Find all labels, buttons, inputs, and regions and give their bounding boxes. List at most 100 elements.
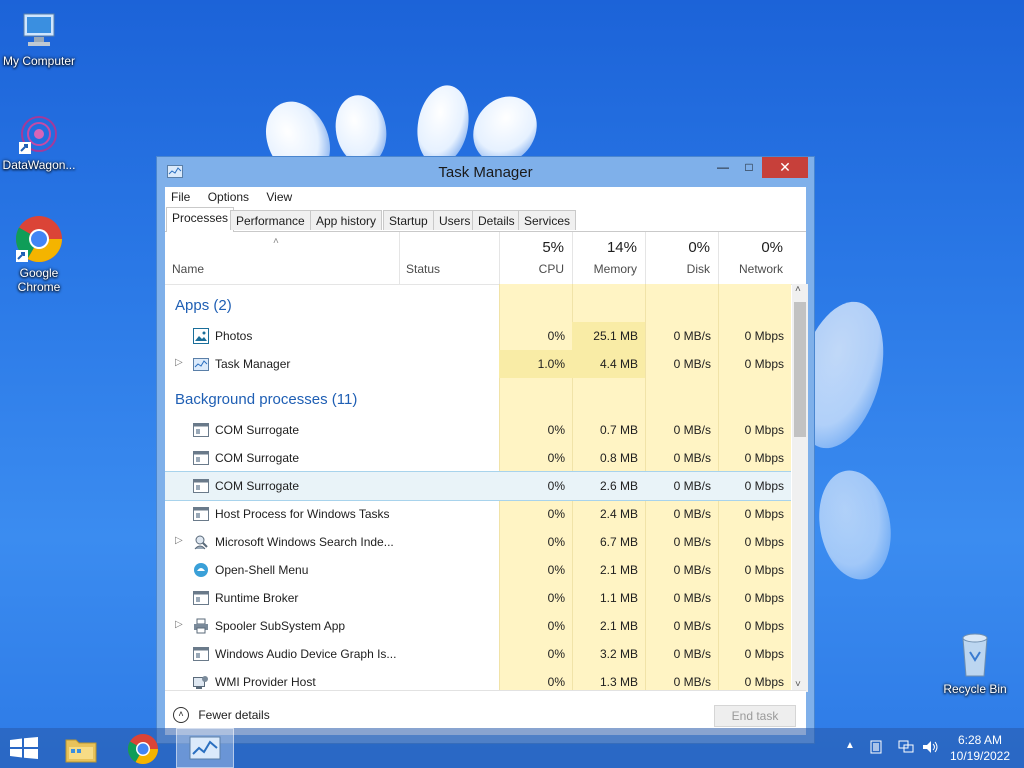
column-header-name[interactable]: ˄ Name	[165, 232, 399, 284]
taskbar: ▲ 6:28 AM 10/19/2022	[0, 728, 1024, 768]
column-header-network[interactable]: 0% Network	[718, 232, 791, 284]
menu-bar: File Options View	[165, 187, 806, 207]
process-memory: 1.3 MB	[599, 675, 638, 689]
process-row-selected[interactable]: COM Surrogate 0% 2.6 MB 0 MB/s 0 Mbps	[165, 471, 791, 501]
expand-chevron-icon[interactable]: ▷	[175, 535, 183, 546]
desktop-icon-google-chrome[interactable]: Google Chrome	[0, 214, 81, 294]
process-network: 0 Mbps	[744, 535, 784, 549]
process-network: 0 Mbps	[744, 451, 784, 465]
process-disk: 0 MB/s	[673, 451, 711, 465]
end-task-button[interactable]: End task	[714, 705, 796, 727]
printer-icon	[193, 618, 209, 634]
column-header-memory[interactable]: 14% Memory	[572, 232, 645, 284]
tab-performance[interactable]: Performance	[230, 210, 311, 230]
column-header-cpu[interactable]: 5% CPU	[499, 232, 572, 284]
minimize-button[interactable]: —	[710, 157, 736, 178]
task-manager-icon	[193, 356, 209, 372]
process-network: 0 Mbps	[744, 591, 784, 605]
process-cpu: 0%	[547, 423, 565, 437]
process-cpu: 0%	[547, 619, 565, 633]
desktop-icon-datawagon[interactable]: DataWagon...	[0, 112, 81, 172]
process-cpu: 0%	[547, 647, 565, 661]
tab-details[interactable]: Details	[472, 210, 521, 230]
clock-date: 10/19/2022	[949, 749, 1011, 763]
column-header-status[interactable]: Status	[399, 232, 499, 284]
network-total-pct: 0%	[761, 239, 783, 256]
network-icon[interactable]	[898, 740, 914, 757]
computer-icon	[18, 10, 60, 52]
taskbar-chrome[interactable]	[120, 730, 166, 766]
window-client: File Options View Processes Performance …	[165, 187, 808, 735]
disk-total-pct: 0%	[688, 239, 710, 256]
process-cpu: 0%	[547, 507, 565, 521]
clock[interactable]: 6:28 AM 10/19/2022	[944, 733, 1016, 763]
process-network: 0 Mbps	[744, 357, 784, 371]
process-row[interactable]: WMI Provider Host 0% 1.3 MB 0 MB/s 0 Mbp…	[165, 668, 791, 692]
minimize-icon: —	[717, 160, 729, 174]
process-memory: 2.1 MB	[599, 563, 638, 577]
task-manager-window: Task Manager — □ ✕ File Options View Pro…	[156, 156, 815, 744]
process-name: Task Manager	[215, 357, 291, 371]
menu-file[interactable]: File	[171, 190, 190, 204]
process-row[interactable]: ▷ Task Manager 1.0% 4.4 MB 0 MB/s 0 Mbps	[165, 350, 791, 378]
process-row[interactable]: COM Surrogate 0% 0.8 MB 0 MB/s 0 Mbps	[165, 444, 791, 472]
process-disk: 0 MB/s	[673, 507, 711, 521]
process-row[interactable]: Open-Shell Menu 0% 2.1 MB 0 MB/s 0 Mbps	[165, 556, 791, 584]
process-row[interactable]: Runtime Broker 0% 1.1 MB 0 MB/s 0 Mbps	[165, 584, 791, 612]
process-row[interactable]: ▷ Microsoft Windows Search Inde... 0% 6.…	[165, 528, 791, 556]
scroll-thumb[interactable]	[794, 302, 806, 437]
process-memory: 2.4 MB	[599, 507, 638, 521]
tab-users[interactable]: Users	[433, 210, 477, 230]
expand-chevron-icon[interactable]: ▷	[175, 357, 183, 368]
process-memory: 4.4 MB	[599, 357, 638, 371]
process-row[interactable]: Photos 0% 25.1 MB 0 MB/s 0 Mbps	[165, 322, 791, 350]
expand-chevron-icon[interactable]: ▷	[175, 619, 183, 630]
process-disk: 0 MB/s	[673, 563, 711, 577]
vertical-scrollbar[interactable]: ˄ ˅	[792, 284, 808, 692]
menu-view[interactable]: View	[266, 190, 292, 204]
column-header-disk[interactable]: 0% Disk	[645, 232, 718, 284]
process-name: COM Surrogate	[215, 423, 300, 437]
scroll-up-icon[interactable]: ˄	[795, 284, 801, 295]
process-disk: 0 MB/s	[673, 647, 711, 661]
process-disk: 0 MB/s	[673, 591, 711, 605]
process-cpu: 0%	[547, 535, 565, 549]
process-memory: 25.1 MB	[593, 329, 638, 343]
generic-process-icon	[193, 478, 209, 494]
process-network: 0 Mbps	[744, 647, 784, 661]
taskbar-file-explorer[interactable]	[58, 730, 104, 766]
process-memory: 2.6 MB	[599, 479, 638, 493]
tab-services[interactable]: Services	[518, 210, 577, 230]
desktop-icon-my-computer[interactable]: My Computer	[0, 10, 81, 68]
search-indexer-icon	[193, 534, 209, 550]
fewer-details-button[interactable]: ˄ Fewer details	[173, 707, 270, 723]
menu-options[interactable]: Options	[208, 190, 249, 204]
process-row[interactable]: COM Surrogate 0% 0.7 MB 0 MB/s 0 Mbps	[165, 416, 791, 444]
tab-processes[interactable]: Processes	[166, 207, 235, 232]
process-disk: 0 MB/s	[673, 619, 711, 633]
process-row[interactable]: Host Process for Windows Tasks 0% 2.4 MB…	[165, 500, 791, 528]
process-disk: 0 MB/s	[673, 423, 711, 437]
taskbar-task-manager[interactable]	[176, 728, 234, 768]
scroll-down-icon[interactable]: ˅	[795, 679, 801, 690]
process-row[interactable]: ▷ Spooler SubSystem App 0% 2.1 MB 0 MB/s…	[165, 612, 791, 640]
process-disk: 0 MB/s	[673, 479, 711, 493]
process-memory: 0.7 MB	[599, 423, 638, 437]
tab-app-history[interactable]: App history	[310, 210, 383, 230]
start-button[interactable]	[0, 728, 48, 768]
process-cpu: 0%	[547, 451, 565, 465]
tab-startup[interactable]: Startup	[383, 210, 434, 230]
network-label: Network	[738, 262, 783, 276]
show-hidden-icons-chevron-icon[interactable]: ▲	[845, 740, 855, 751]
process-network: 0 Mbps	[744, 507, 784, 521]
title-bar[interactable]: Task Manager — □ ✕	[157, 157, 814, 187]
datawagon-icon	[17, 112, 61, 156]
tab-strip: Processes Performance App history Startu…	[165, 207, 806, 232]
close-button[interactable]: ✕	[762, 157, 808, 178]
action-center-flag-icon[interactable]	[870, 740, 882, 757]
maximize-button[interactable]: □	[736, 157, 762, 178]
process-row[interactable]: Windows Audio Device Graph Is... 0% 3.2 …	[165, 640, 791, 668]
volume-icon[interactable]	[922, 740, 940, 757]
process-cpu: 0%	[547, 675, 565, 689]
desktop-icon-recycle-bin[interactable]: Recycle Bin	[933, 630, 1017, 696]
